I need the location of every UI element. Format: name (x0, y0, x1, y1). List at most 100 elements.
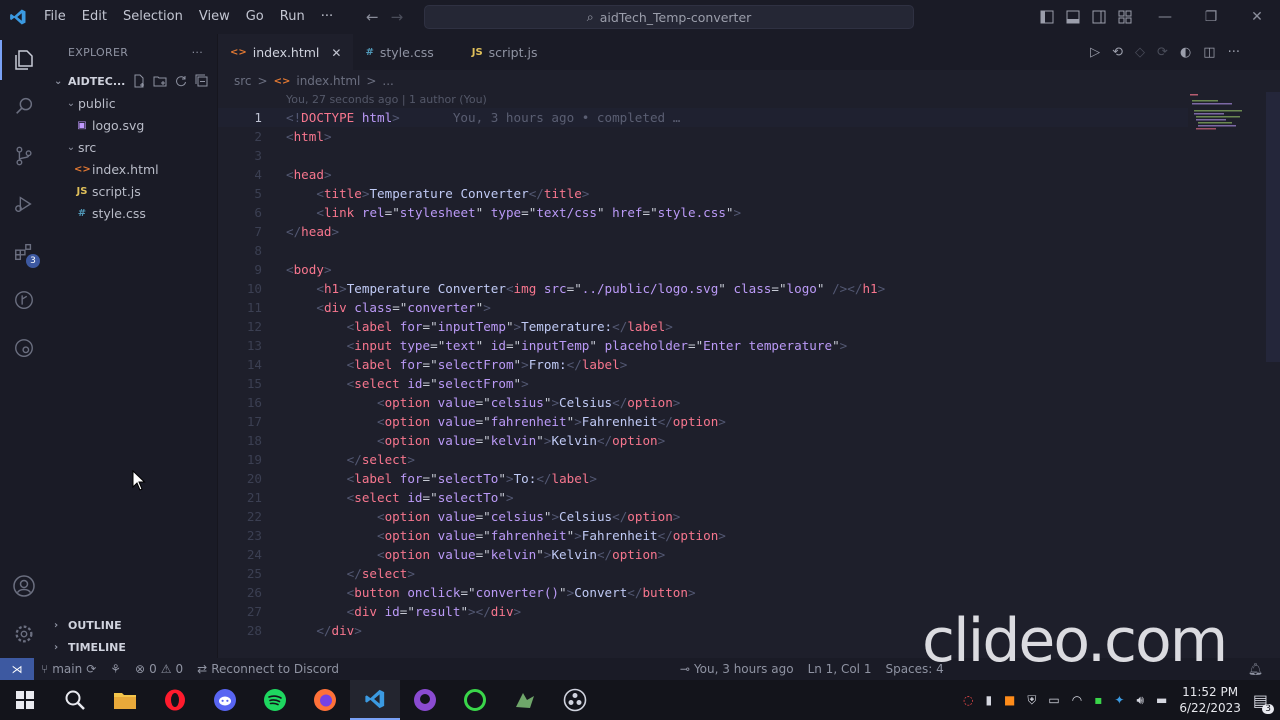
outline-section[interactable]: › OUTLINE (48, 614, 218, 636)
split-editor-icon[interactable]: ◫ (1203, 45, 1215, 60)
tree-folder-public[interactable]: ⌄ public (48, 92, 217, 114)
menu-selection[interactable]: Selection (115, 0, 191, 34)
tree-file-logo-svg[interactable]: ▣ logo.svg (48, 114, 217, 136)
code-line[interactable]: 8 (218, 241, 1188, 260)
code-line[interactable]: 19 </select> (218, 450, 1188, 469)
customize-layout-icon[interactable] (1118, 10, 1132, 24)
code-line[interactable]: 21 <select id="selectTo"> (218, 488, 1188, 507)
codelens-blame[interactable]: You, 27 seconds ago | 1 author (You) (286, 93, 487, 106)
new-file-icon[interactable] (132, 74, 146, 88)
code-line[interactable]: 6 <link rel="stylesheet" type="text/css"… (218, 203, 1188, 222)
gitlens-icon[interactable]: ⚘ (103, 662, 128, 676)
remote-explorer-icon[interactable] (0, 328, 48, 368)
code-line[interactable]: 25 </select> (218, 564, 1188, 583)
file-explorer-icon[interactable] (100, 680, 150, 720)
code-line[interactable]: 24 <option value="kelvin">Kelvin</option… (218, 545, 1188, 564)
search-sidebar-icon[interactable] (0, 86, 48, 126)
collapse-all-icon[interactable] (195, 74, 209, 88)
firefox-icon[interactable] (300, 680, 350, 720)
code-line[interactable]: 2 <html> (218, 127, 1188, 146)
vscode-taskbar-icon[interactable] (350, 680, 400, 720)
volume-icon[interactable]: 🔊︎ (1136, 693, 1144, 708)
settings-gear-icon[interactable] (0, 614, 48, 654)
explorer-more-button[interactable]: ··· (192, 46, 203, 59)
toggle-panel-icon[interactable] (1066, 10, 1080, 24)
notification-center-icon[interactable]: ▤ 3 (1253, 691, 1274, 714)
tray-display-icon[interactable]: ▭ (1048, 693, 1059, 707)
menu-view[interactable]: View (191, 0, 238, 34)
tray-usb-icon[interactable]: ▮ (985, 693, 992, 707)
toggle-sidebar-icon[interactable] (1040, 10, 1054, 24)
workspace-root[interactable]: ⌄ AIDTEC... (48, 70, 217, 92)
discord-icon[interactable] (200, 680, 250, 720)
menu-go[interactable]: Go (238, 0, 272, 34)
battery-icon[interactable]: ▬ (1156, 693, 1167, 707)
explorer-icon[interactable] (0, 40, 48, 80)
toggle-secondary-sidebar-icon[interactable] (1092, 10, 1106, 24)
clock[interactable]: 11:52 PM 6/22/2023 (1179, 684, 1241, 716)
menu-edit[interactable]: Edit (74, 0, 115, 34)
tab-style-css[interactable]: # style.css (353, 34, 459, 70)
toggle-blame-icon[interactable]: ◐ (1180, 45, 1191, 60)
code-line[interactable]: 5 <title>Temperature Converter</title> (218, 184, 1188, 203)
close-window-icon[interactable]: ✕ (1234, 9, 1280, 25)
spotify-icon[interactable] (250, 680, 300, 720)
code-line[interactable]: 3 (218, 146, 1188, 165)
code-line[interactable]: 4 <head> (218, 165, 1188, 184)
tab-script-js[interactable]: JS script.js (460, 34, 550, 70)
breadcrumb-file[interactable]: index.html (296, 74, 360, 88)
code-line[interactable]: 17 <option value="fahrenheit">Fahrenheit… (218, 412, 1188, 431)
code-line[interactable]: 23 <option value="fahrenheit">Fahrenheit… (218, 526, 1188, 545)
taskbar-search-icon[interactable] (50, 680, 100, 720)
branch-indicator[interactable]: ⑂ main ⟳ (34, 662, 103, 676)
more-actions-icon[interactable]: ··· (1228, 45, 1240, 60)
menu-more[interactable]: ··· (313, 0, 341, 34)
minimap[interactable] (1190, 92, 1260, 152)
tab-index-html[interactable]: <> index.html ✕ (218, 34, 354, 70)
tray-shield-icon[interactable]: ⛨ (1027, 693, 1036, 708)
tree-file-script-js[interactable]: JS script.js (48, 180, 217, 202)
code-line[interactable]: 14 <label for="selectFrom">From:</label> (218, 355, 1188, 374)
code-line[interactable]: 15 <select id="selectFrom"> (218, 374, 1188, 393)
git-graph-icon[interactable] (0, 280, 48, 320)
close-tab-icon[interactable]: ✕ (331, 46, 341, 60)
cursor-position[interactable]: Ln 1, Col 1 (801, 662, 879, 676)
breadcrumb-src[interactable]: src (234, 74, 252, 88)
obs-icon[interactable] (550, 680, 600, 720)
timeline-section[interactable]: › TIMELINE (48, 636, 218, 658)
forward-arrow-icon[interactable]: → (391, 8, 404, 26)
restore-icon[interactable]: ❐ (1188, 9, 1234, 25)
menu-run[interactable]: Run (272, 0, 313, 34)
code-line[interactable]: 10 <h1>Temperature Converter<img src="..… (218, 279, 1188, 298)
code-line[interactable]: 26 <button onclick="converter()">Convert… (218, 583, 1188, 602)
open-changes-icon[interactable]: ⟲ (1112, 45, 1123, 60)
next-change-icon[interactable]: ⟳ (1157, 45, 1168, 60)
tree-file-index-html[interactable]: <> index.html (48, 158, 217, 180)
tree-folder-src[interactable]: ⌄ src (48, 136, 217, 158)
run-debug-icon[interactable] (0, 184, 48, 224)
code-line[interactable]: 9 <body> (218, 260, 1188, 279)
extensions-icon[interactable]: 3 (0, 232, 48, 272)
sync-icon[interactable]: ⟳ (86, 662, 96, 676)
code-line[interactable]: 12 <label for="inputTemp">Temperature:</… (218, 317, 1188, 336)
github-desktop-icon[interactable] (400, 680, 450, 720)
source-control-icon[interactable] (0, 136, 48, 176)
command-center-search[interactable]: ⌕ aidTech_Temp-converter (424, 5, 914, 29)
recorder-icon[interactable] (450, 680, 500, 720)
code-line[interactable]: 13 <input type="text" id="inputTemp" pla… (218, 336, 1188, 355)
code-line[interactable]: 1 <!DOCTYPE html> You, 3 hours ago • comp… (218, 108, 1188, 127)
tree-file-style-css[interactable]: # style.css (48, 202, 217, 224)
notifications-bell-icon[interactable]: 🔔︎ (1241, 662, 1270, 676)
run-icon[interactable]: ▷ (1090, 45, 1100, 60)
code-line[interactable]: 18 <option value="kelvin">Kelvin</option… (218, 431, 1188, 450)
refresh-icon[interactable] (174, 74, 188, 88)
code-line[interactable]: 20 <label for="selectTo">To:</label> (218, 469, 1188, 488)
code-line[interactable]: 22 <option value="celsius">Celsius</opti… (218, 507, 1188, 526)
code-line[interactable]: 16 <option value="celsius">Celsius</opti… (218, 393, 1188, 412)
editor-scrollbar[interactable] (1266, 92, 1280, 362)
code-line[interactable]: 11 <div class="converter"> (218, 298, 1188, 317)
opera-icon[interactable] (150, 680, 200, 720)
previous-change-icon[interactable]: ◇ (1135, 45, 1145, 60)
minimize-icon[interactable]: — (1142, 9, 1188, 25)
remote-indicator-icon[interactable]: ⋊ (0, 658, 34, 680)
